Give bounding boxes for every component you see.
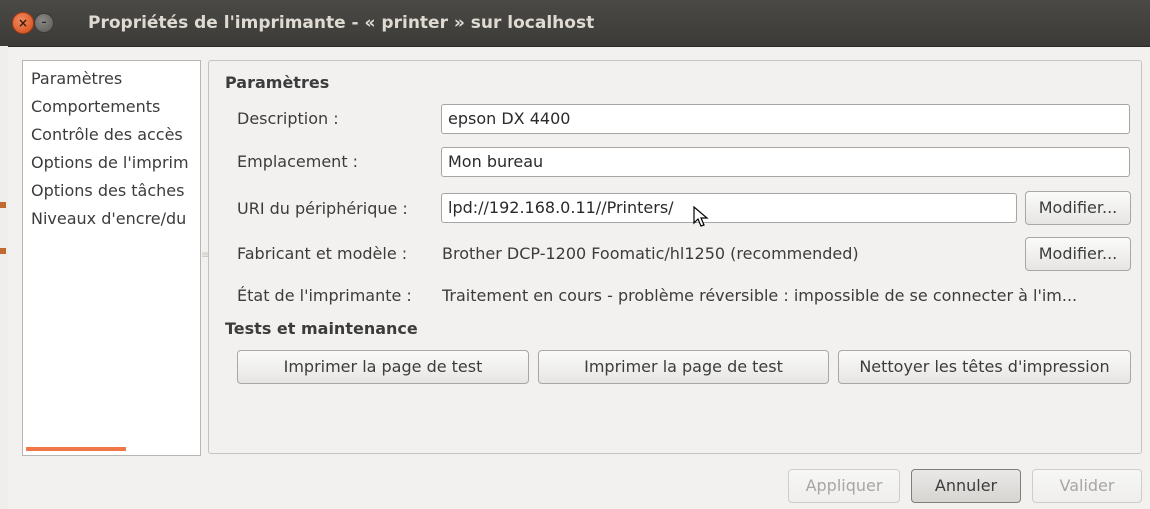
device-uri-label: URI du périphérique : [237,199,408,218]
section-title-tests: Tests et maintenance [225,319,418,338]
close-window-button[interactable]: × [12,12,34,34]
apply-button[interactable]: Appliquer [788,469,900,503]
sidebar-item-parametres[interactable]: Paramètres [31,69,122,88]
sidebar-item-niveaux-encre[interactable]: Niveaux d'encre/du [31,209,186,228]
modify-uri-button[interactable]: Modifier... [1025,191,1131,225]
edge-marker [0,248,6,254]
background-window-edge [0,46,8,509]
sidebar-item-controle-acces[interactable]: Contrôle des accès [31,125,183,144]
window-title: Propriétés de l'imprimante - « printer »… [88,13,595,33]
sidebar-nav: Paramètres Comportements Contrôle des ac… [22,60,201,456]
make-model-label: Fabricant et modèle : [237,244,408,263]
description-field[interactable]: epson DX 4400 [441,104,1130,134]
sidebar-item-options-taches[interactable]: Options des tâches [31,181,184,200]
print-test-page-button[interactable]: Imprimer la page de test [237,350,529,384]
location-field[interactable]: Mon bureau [441,147,1130,177]
minimize-window-button[interactable]: – [34,13,54,33]
minimize-icon: – [41,17,47,28]
location-label: Emplacement : [237,152,359,171]
printer-state-label: État de l'imprimante : [237,286,412,305]
cancel-button[interactable]: Annuler [911,469,1021,503]
modify-make-model-button[interactable]: Modifier... [1025,237,1131,271]
printer-state-value: Traitement en cours - problème réversibl… [442,286,1078,305]
title-bar: × – Propriétés de l'imprimante - « print… [0,0,1150,47]
ok-button[interactable]: Valider [1032,469,1142,503]
horizontal-scrollbar[interactable] [26,447,126,451]
make-model-value: Brother DCP-1200 Foomatic/hl1250 (recomm… [442,244,859,263]
section-title-parametres: Paramètres [225,73,330,92]
print-test-page-button-2[interactable]: Imprimer la page de test [538,350,829,384]
settings-panel: Paramètres Description : epson DX 4400 E… [208,60,1142,454]
pane-resize-handle[interactable]: ≡ [201,251,209,267]
sidebar-item-comportements[interactable]: Comportements [31,97,160,116]
edge-marker [0,202,6,208]
sidebar-item-options-imprimante[interactable]: Options de l'imprim [31,153,189,172]
device-uri-field[interactable]: lpd://192.168.0.11//Printers/ [441,193,1017,223]
clean-print-heads-button[interactable]: Nettoyer les têtes d'impression [838,350,1131,384]
description-label: Description : [237,109,339,128]
close-icon: × [17,16,29,30]
